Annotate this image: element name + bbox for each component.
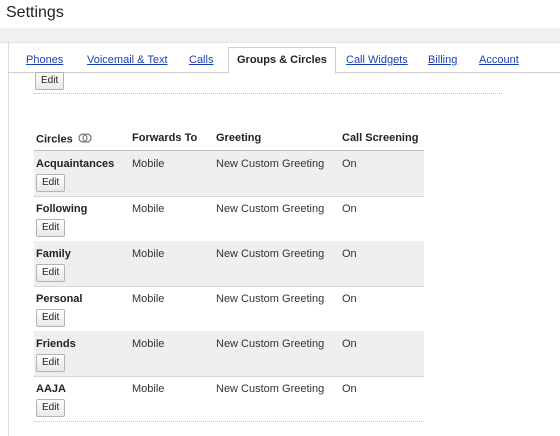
greeting-value: New Custom Greeting xyxy=(216,203,325,215)
header-call-screening: Call Screening xyxy=(342,132,419,144)
forwards-to-value: Mobile xyxy=(132,338,165,350)
header-circles-label: Circles xyxy=(36,133,73,146)
edit-button[interactable]: Edit xyxy=(36,399,66,417)
circle-name: Family xyxy=(36,248,71,260)
greeting-value: New Custom Greeting xyxy=(216,338,325,350)
table-row: Personal Mobile New Custom Greeting On E… xyxy=(34,286,424,332)
greeting-value: New Custom Greeting xyxy=(216,383,325,395)
top-bar xyxy=(0,28,560,43)
call-screening-value: On xyxy=(342,338,357,350)
circle-name: Acquaintances xyxy=(36,158,115,170)
tab-phones[interactable]: Phones xyxy=(26,54,63,66)
call-screening-value: On xyxy=(342,158,357,170)
edit-button[interactable]: Edit xyxy=(36,219,66,237)
edit-button[interactable]: Edit xyxy=(36,354,66,372)
edit-button[interactable]: Edit xyxy=(36,174,66,192)
forwards-to-value: Mobile xyxy=(132,293,165,305)
call-screening-value: On xyxy=(342,203,357,215)
edit-button[interactable]: Edit xyxy=(36,264,66,282)
edit-button[interactable]: Edit xyxy=(36,309,66,327)
greeting-value: New Custom Greeting xyxy=(216,293,325,305)
call-screening-value: On xyxy=(342,293,357,305)
table-row: Following Mobile New Custom Greeting On … xyxy=(34,196,424,242)
call-screening-value: On xyxy=(342,383,357,395)
section-divider xyxy=(34,93,502,94)
tab-billing[interactable]: Billing xyxy=(428,54,457,66)
forwards-to-value: Mobile xyxy=(132,248,165,260)
greeting-value: New Custom Greeting xyxy=(216,248,325,260)
tab-calls[interactable]: Calls xyxy=(189,54,213,66)
tab-groups-circles[interactable]: Groups & Circles xyxy=(228,47,336,74)
header-greeting: Greeting xyxy=(216,132,262,144)
table-row: Family Mobile New Custom Greeting On Edi… xyxy=(34,241,424,287)
table-row: AAJA Mobile New Custom Greeting On Edit xyxy=(34,376,424,422)
table-row: Acquaintances Mobile New Custom Greeting… xyxy=(34,151,424,197)
circle-name: Following xyxy=(36,203,88,215)
call-screening-value: On xyxy=(342,248,357,260)
tab-voicemail-text[interactable]: Voicemail & Text xyxy=(87,54,168,66)
header-circles: Circles xyxy=(36,132,92,147)
circle-name: Personal xyxy=(36,293,83,305)
tab-call-widgets[interactable]: Call Widgets xyxy=(346,54,408,66)
table-row: Friends Mobile New Custom Greeting On Ed… xyxy=(34,331,424,377)
tab-bar: Phones Voicemail & Text Calls Groups & C… xyxy=(8,42,560,74)
greeting-value: New Custom Greeting xyxy=(216,158,325,170)
circle-name: AAJA xyxy=(36,383,66,395)
circle-name: Friends xyxy=(36,338,76,350)
edit-button-top[interactable]: Edit xyxy=(35,72,65,90)
page-title: Settings xyxy=(6,4,64,21)
forwards-to-value: Mobile xyxy=(132,383,165,395)
circles-icon xyxy=(78,132,92,147)
forwards-to-value: Mobile xyxy=(132,158,165,170)
header-forwards-to: Forwards To xyxy=(132,132,198,144)
tab-account[interactable]: Account xyxy=(479,54,519,66)
forwards-to-value: Mobile xyxy=(132,203,165,215)
table-header: Circles Forwards To Greeting Call Screen… xyxy=(34,126,424,151)
